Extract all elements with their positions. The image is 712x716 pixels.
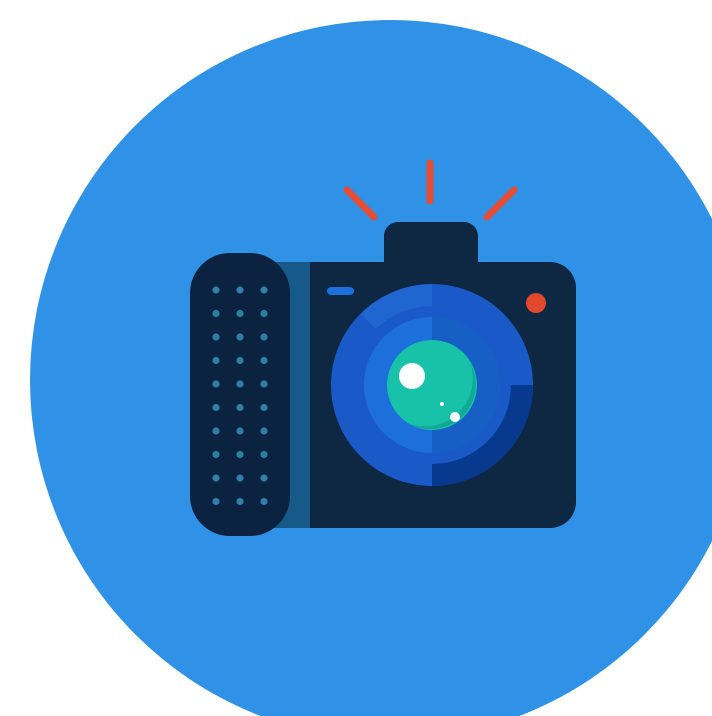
grip-dot	[260, 286, 268, 294]
grip-dot	[236, 403, 244, 412]
status-slot	[327, 287, 354, 295]
grip-dot	[212, 286, 220, 294]
grip-dot	[260, 333, 268, 341]
grip-dot	[260, 356, 268, 365]
camera-illustration	[30, 20, 712, 716]
camera-grip	[190, 253, 290, 536]
lens-highlight-large	[399, 363, 425, 389]
grip-dot	[236, 309, 244, 318]
grip-dot	[236, 380, 244, 388]
grip-dot	[236, 356, 244, 365]
grip-dot	[212, 497, 220, 506]
illustration-canvas	[0, 0, 712, 716]
indicator-light	[526, 293, 546, 313]
grip-dot	[212, 450, 220, 459]
grip-dot	[236, 497, 244, 506]
grip-dot	[260, 474, 268, 482]
grip-dot	[236, 333, 244, 341]
grip-dot	[260, 309, 268, 318]
grip-dot	[236, 450, 244, 459]
grip-dot	[212, 474, 220, 482]
grip-dot	[260, 450, 268, 459]
lens-highlight-small	[450, 412, 460, 422]
lens-highlight-tiny	[440, 402, 444, 406]
camera-lens	[331, 284, 533, 486]
grip-dot	[212, 309, 220, 318]
grip-dot	[212, 403, 220, 412]
grip-dot	[212, 356, 220, 365]
grip-dot	[260, 497, 268, 506]
lens-glass	[387, 340, 477, 430]
grip-dot	[212, 333, 220, 341]
grip-dot	[260, 380, 268, 388]
grip-dot	[260, 427, 268, 435]
grip-dot	[236, 427, 244, 435]
grip-dot	[212, 427, 220, 435]
grip-dot	[236, 474, 244, 482]
grip-dot	[260, 403, 268, 412]
grip-dot	[212, 380, 220, 388]
grip-dot	[236, 286, 244, 294]
